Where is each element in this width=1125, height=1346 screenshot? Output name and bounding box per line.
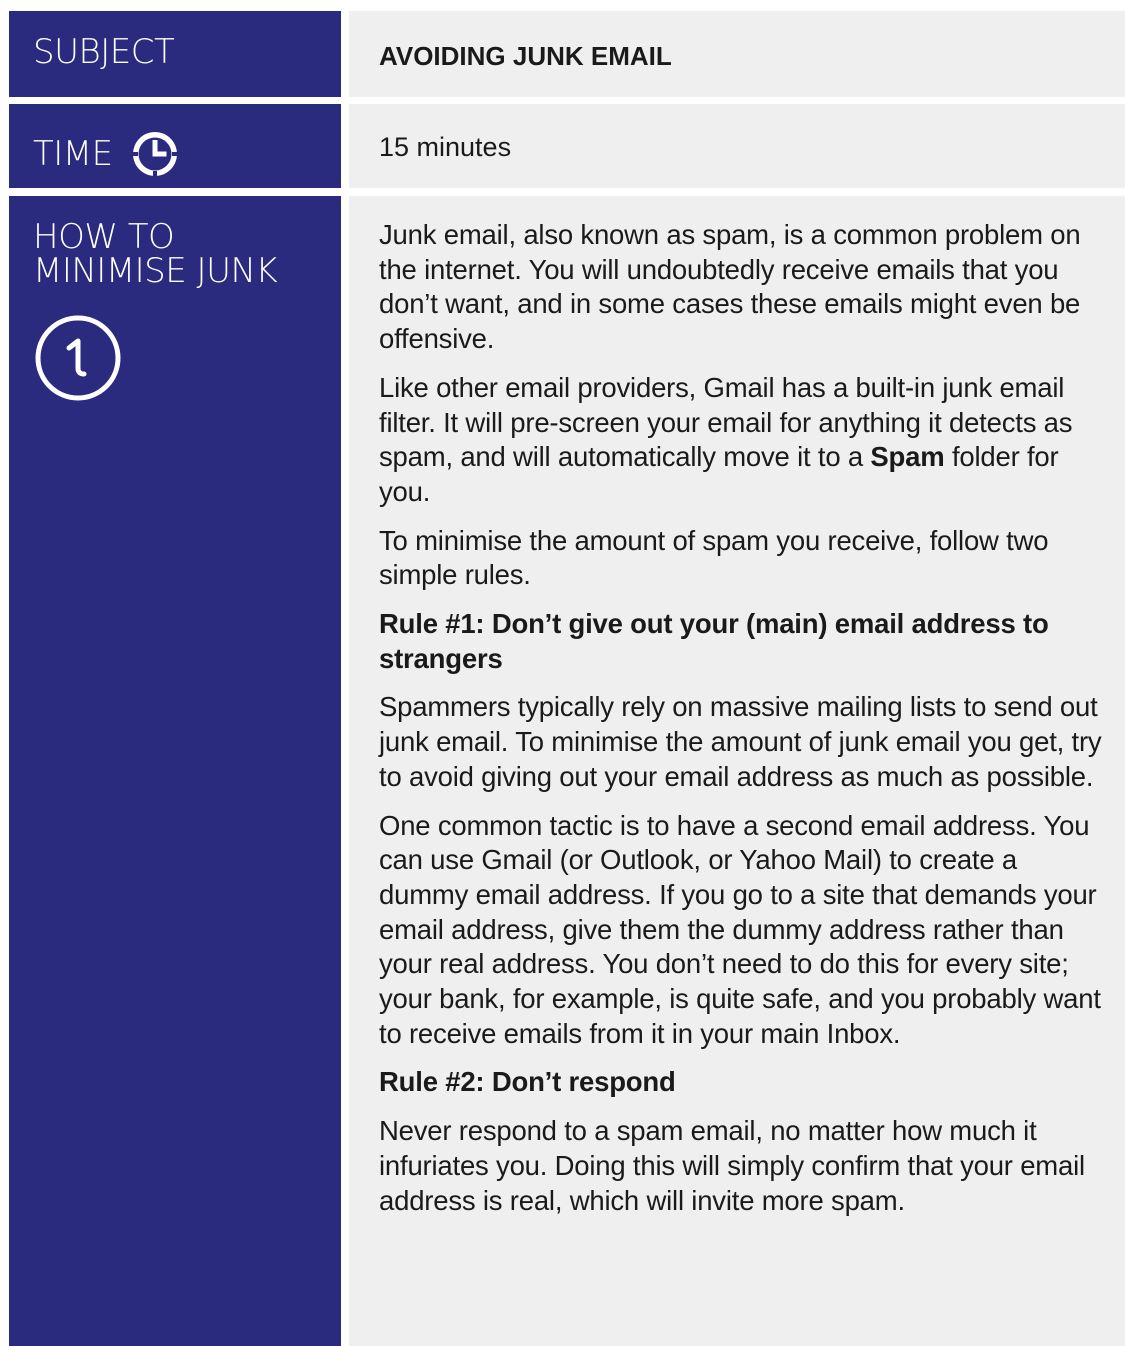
paragraph: Like other email providers, Gmail has a … (379, 371, 1073, 507)
time-label-cell: TIME (9, 104, 341, 188)
subject-value-cell: AVOIDING JUNK EMAIL (349, 11, 1125, 97)
paragraph: Spammers typically rely on massive maili… (379, 691, 1102, 792)
section-label: HOW TO MINIMISE JUNK (33, 196, 341, 288)
section-content: Junk email, also known as spam, is a com… (379, 196, 1111, 1218)
rule-2-heading: Rule #2: Don’t respond (379, 1066, 676, 1098)
spam-folder-name: Spam (870, 441, 945, 473)
section-label-cell: HOW TO MINIMISE JUNK (9, 196, 341, 1346)
time-label: TIME (33, 134, 113, 174)
clock-icon (129, 128, 181, 180)
paragraph: One common tactic is to have a second em… (379, 809, 1101, 1049)
paragraph: Never respond to a spam email, no matter… (379, 1115, 1085, 1216)
section-label-line1: HOW TO (33, 217, 175, 257)
section-content-cell: Junk email, also known as spam, is a com… (349, 196, 1125, 1346)
subject-label: SUBJECT (33, 32, 175, 72)
paragraph: To minimise the amount of spam you recei… (379, 524, 1049, 591)
number-one-circle-icon (33, 312, 125, 404)
paragraph: Junk email, also known as spam, is a com… (379, 219, 1081, 355)
subject-title: AVOIDING JUNK EMAIL (379, 41, 672, 71)
subject-label-cell: SUBJECT (9, 11, 341, 97)
rule-1-heading: Rule #1: Don’t give out your (main) emai… (379, 608, 1049, 674)
time-value: 15 minutes (379, 132, 512, 162)
time-value-cell: 15 minutes (349, 104, 1125, 188)
section-label-line2: MINIMISE JUNK (33, 251, 278, 291)
